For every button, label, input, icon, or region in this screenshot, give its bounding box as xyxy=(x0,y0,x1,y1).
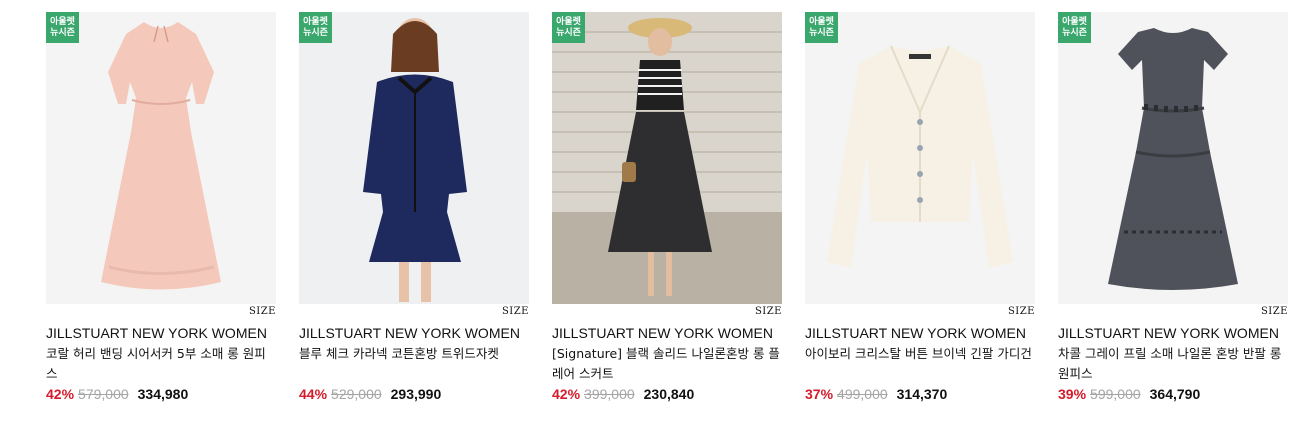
product-grid: 아울렛 뉴시즌 SIZE JILLSTUART NEW YORK WOMEN 코랄… xyxy=(46,12,1288,404)
discount-rate: 44% xyxy=(299,386,328,402)
discount-rate: 39% xyxy=(1058,386,1087,402)
size-label[interactable]: SIZE xyxy=(249,306,276,317)
discount-rate: 37% xyxy=(805,386,834,402)
product-brand[interactable]: JILLSTUART NEW YORK WOMEN xyxy=(552,323,782,343)
product-card[interactable]: 아울렛 뉴시즌 SIZE JILLSTUART NEW YORK WOMEN 차콜… xyxy=(1058,12,1288,404)
discount-rate: 42% xyxy=(46,386,75,402)
original-price: 499,000 xyxy=(837,386,888,402)
price-row: 44% 529,000 293,990 xyxy=(299,384,529,404)
price-row: 37% 499,000 314,370 xyxy=(805,384,1035,404)
original-price: 399,000 xyxy=(584,386,635,402)
product-title[interactable]: [Signature] 블랙 솔리드 나일론혼방 롱 플레어 스커트 xyxy=(552,344,782,384)
original-price: 599,000 xyxy=(1090,386,1141,402)
product-card[interactable]: 아울렛 뉴시즌 SIZE JILLSTUART NEW YORK WOMEN 블루… xyxy=(299,12,529,404)
price-row: 42% 579,000 334,980 xyxy=(46,384,276,404)
product-brand[interactable]: JILLSTUART NEW YORK WOMEN xyxy=(1058,323,1288,343)
outlet-new-season-badge: 아울렛 뉴시즌 xyxy=(46,12,79,43)
product-image[interactable]: 아울렛 뉴시즌 xyxy=(805,12,1035,304)
product-brand[interactable]: JILLSTUART NEW YORK WOMEN xyxy=(299,323,529,343)
sale-price: 334,980 xyxy=(137,386,189,402)
product-card[interactable]: 아울렛 뉴시즌 SIZE JILLSTUART NEW YORK WOMEN 코랄… xyxy=(46,12,276,404)
discount-rate: 42% xyxy=(552,386,581,402)
product-image[interactable]: 아울렛 뉴시즌 xyxy=(552,12,782,304)
size-label[interactable]: SIZE xyxy=(502,306,529,317)
product-image[interactable]: 아울렛 뉴시즌 xyxy=(299,12,529,304)
product-image[interactable]: 아울렛 뉴시즌 xyxy=(46,12,276,304)
product-image[interactable]: 아울렛 뉴시즌 xyxy=(1058,12,1288,304)
product-title[interactable]: 블루 체크 카라넥 코튼혼방 트위드자켓 xyxy=(299,344,529,384)
product-card[interactable]: 아울렛 뉴시즌 SIZE JILLSTUART NEW YORK WOMEN [S… xyxy=(552,12,782,404)
product-title[interactable]: 코랄 허리 밴딩 시어서커 5부 소매 롱 원피스 xyxy=(46,344,276,384)
sale-price: 314,370 xyxy=(896,386,948,402)
size-label[interactable]: SIZE xyxy=(1008,306,1035,317)
size-label[interactable]: SIZE xyxy=(755,306,782,317)
outlet-new-season-badge: 아울렛 뉴시즌 xyxy=(805,12,838,43)
price-row: 42% 399,000 230,840 xyxy=(552,384,782,404)
original-price: 529,000 xyxy=(331,386,382,402)
outlet-new-season-badge: 아울렛 뉴시즌 xyxy=(1058,12,1091,43)
original-price: 579,000 xyxy=(78,386,129,402)
product-title[interactable]: 아이보리 크리스탈 버튼 브이넥 긴팔 가디건 xyxy=(805,344,1035,384)
product-brand[interactable]: JILLSTUART NEW YORK WOMEN xyxy=(46,323,276,343)
sale-price: 230,840 xyxy=(643,386,695,402)
product-card[interactable]: 아울렛 뉴시즌 SIZE JILLSTUART NEW YORK WOMEN 아이… xyxy=(805,12,1035,404)
product-brand[interactable]: JILLSTUART NEW YORK WOMEN xyxy=(805,323,1035,343)
outlet-new-season-badge: 아울렛 뉴시즌 xyxy=(299,12,332,43)
outlet-new-season-badge: 아울렛 뉴시즌 xyxy=(552,12,585,43)
price-row: 39% 599,000 364,790 xyxy=(1058,384,1288,404)
sale-price: 293,990 xyxy=(390,386,442,402)
sale-price: 364,790 xyxy=(1149,386,1201,402)
size-label[interactable]: SIZE xyxy=(1261,306,1288,317)
product-title[interactable]: 차콜 그레이 프릴 소매 나일론 혼방 반팔 롱원피스 xyxy=(1058,344,1288,384)
